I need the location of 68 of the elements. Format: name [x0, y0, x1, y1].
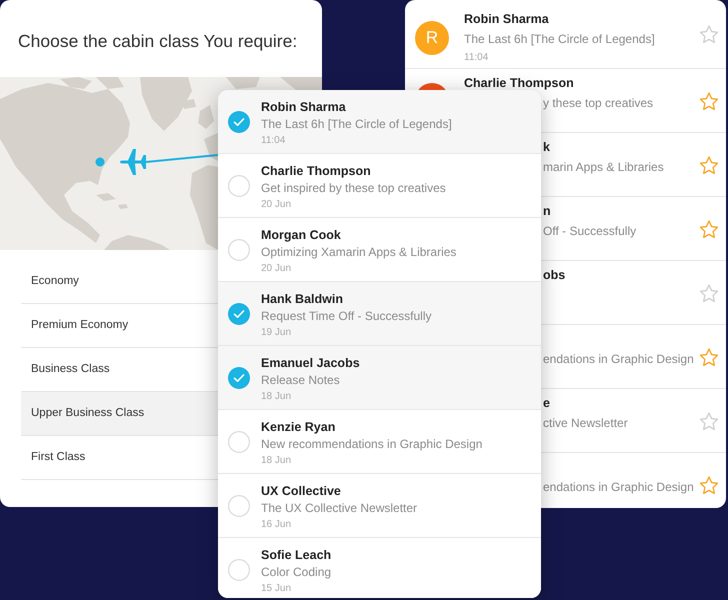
sender-name: n	[543, 204, 551, 218]
select-checkbox[interactable]	[228, 110, 250, 132]
sender-name: Sofie Leach	[261, 548, 332, 562]
message-subject: The Last 6h [The Circle of Legends]	[261, 117, 452, 131]
select-checkbox[interactable]	[228, 494, 250, 516]
message-row[interactable]: Kenzie Ryan New recommendations in Graphic Design 18 Jun	[218, 410, 541, 474]
sender-name: Charlie Thompson	[464, 76, 574, 90]
star-icon[interactable]	[700, 25, 718, 43]
message-subject: marin Apps & Libraries	[543, 160, 664, 174]
sender-name: e	[543, 396, 550, 410]
select-checkbox[interactable]	[228, 366, 250, 388]
sender-name: obs	[543, 268, 566, 282]
sender-name: Hank Baldwin	[261, 292, 343, 306]
message-subject: The UX Collective Newsletter	[261, 501, 418, 515]
sender-name: k	[543, 140, 550, 154]
message-row[interactable]: Emanuel Jacobs Release Notes 18 Jun	[218, 346, 541, 410]
message-subject: endations in Graphic Design	[543, 480, 694, 494]
message-date: 20 Jun	[261, 199, 292, 210]
message-date: 15 Jun	[261, 583, 292, 594]
star-icon[interactable]	[700, 284, 718, 302]
message-subject: The Last 6h [The Circle of Legends]	[464, 32, 655, 46]
sender-name: UX Collective	[261, 484, 341, 498]
star-icon[interactable]	[700, 348, 718, 366]
location-dot-icon	[96, 158, 104, 166]
message-subject: Color Coding	[261, 565, 332, 579]
message-subject: New recommendations in Graphic Design	[261, 437, 482, 451]
star-icon[interactable]	[700, 476, 718, 494]
message-subject: ctive Newsletter	[543, 416, 628, 430]
message-subject: Off - Successfully	[543, 224, 636, 238]
message-row[interactable]: UX Collective The UX Collective Newsletter 16 Jun	[218, 474, 541, 538]
sender-name: Robin Sharma	[261, 100, 346, 114]
message-date: 18 Jun	[261, 455, 292, 466]
sender-name: Charlie Thompson	[261, 164, 371, 178]
message-subject: Release Notes	[261, 373, 340, 387]
star-icon[interactable]	[700, 412, 718, 430]
sender-name: Kenzie Ryan	[261, 420, 336, 434]
sender-name: Morgan Cook	[261, 228, 341, 242]
select-checkbox[interactable]	[228, 430, 250, 452]
airplane-icon	[120, 149, 146, 175]
sender-avatar: R	[415, 21, 449, 55]
star-icon[interactable]	[700, 156, 718, 174]
message-row[interactable]: Robin Sharma The Last 6h [The Circle of Legends] 11:04	[218, 90, 541, 154]
message-date: 11:04	[464, 52, 488, 63]
select-checkbox[interactable]	[228, 174, 250, 196]
select-checkbox[interactable]	[228, 302, 250, 324]
cabin-class-title: Choose the cabin class You require:	[17, 30, 298, 53]
message-subject: Optimizing Xamarin Apps & Libraries	[261, 245, 456, 259]
message-date: 18 Jun	[261, 391, 292, 402]
landmass-shape	[198, 105, 214, 129]
star-icon[interactable]	[700, 220, 718, 238]
message-row[interactable]: Sofie Leach Color Coding 15 Jun	[218, 538, 541, 598]
cabin-class-option[interactable]: Upper Business Class	[21, 392, 218, 436]
message-subject: Request Time Off - Successfully	[261, 309, 432, 323]
sender-name: Emanuel Jacobs	[261, 356, 360, 370]
message-row[interactable]: Hank Baldwin Request Time Off - Successfully 19 Jun	[218, 282, 541, 346]
message-date: 19 Jun	[261, 327, 292, 338]
message-subject: y these top creatives	[543, 96, 654, 110]
star-icon[interactable]	[700, 92, 718, 110]
message-subject: Get inspired by these top creatives	[261, 181, 446, 195]
sender-name: Robin Sharma	[464, 12, 549, 26]
message-date: 11:04	[261, 135, 286, 146]
message-date: 20 Jun	[261, 263, 292, 274]
select-checkbox[interactable]	[228, 559, 250, 581]
message-subject: endations in Graphic Design	[543, 352, 694, 366]
message-date: 16 Jun	[261, 519, 292, 530]
message-row[interactable]: Charlie Thompson Get inspired by these top creatives 20 Jun	[218, 154, 541, 218]
select-checkbox[interactable]	[228, 238, 250, 260]
message-row[interactable]: Morgan Cook Optimizing Xamarin Apps & Libraries 20 Jun	[218, 218, 541, 282]
